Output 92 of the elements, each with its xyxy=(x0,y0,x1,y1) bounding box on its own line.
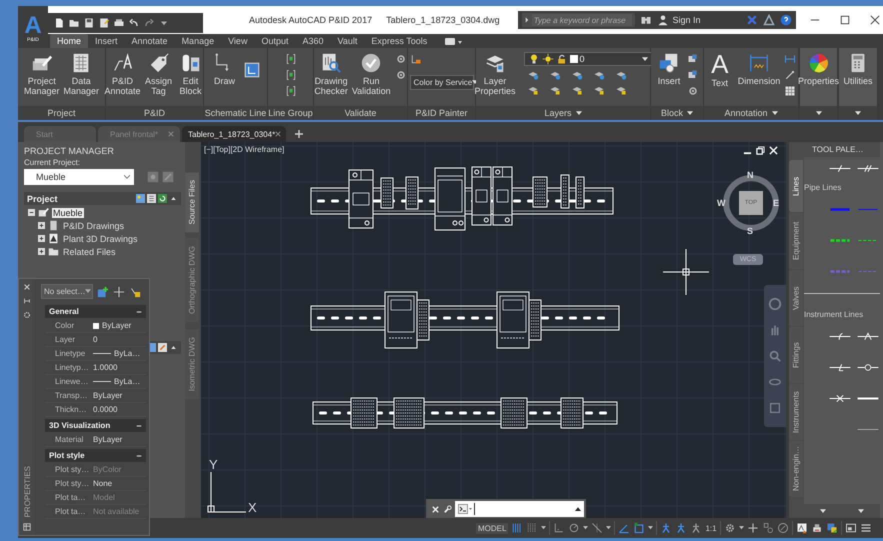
ribbon-tab[interactable]: View xyxy=(221,34,254,48)
compass-direction[interactable]: W xyxy=(717,198,726,208)
property-name: Linetyp… xyxy=(55,363,90,372)
annotation-scale-button[interactable]: 1:1 xyxy=(705,524,717,532)
layer-name: 0 xyxy=(580,54,586,64)
ribbon-tab[interactable]: Manage xyxy=(174,34,222,48)
compass-direction[interactable]: E xyxy=(773,198,780,208)
section-title: 3D Visualization xyxy=(49,421,110,430)
ribbon-button[interactable]: Dimension xyxy=(738,52,780,86)
palette-title: PROPERTIES xyxy=(22,466,32,517)
panel-title: Block xyxy=(660,108,683,118)
ribbon-button[interactable]: Insert xyxy=(655,52,683,86)
x-axis-label: X xyxy=(248,500,257,515)
ribbon-button[interactable]: Assign Tag xyxy=(144,52,173,96)
property-name: Transp… xyxy=(55,391,89,400)
tree-item[interactable]: Related Files xyxy=(62,246,117,256)
property-value[interactable]: ByLayer xyxy=(93,435,122,444)
palette-tab[interactable]: Non-engin… xyxy=(789,441,803,497)
panel-title: Line Group xyxy=(268,108,313,118)
ribbon-tab[interactable]: Annotate xyxy=(124,34,175,48)
section-title: General xyxy=(49,307,79,316)
compass-direction[interactable]: N xyxy=(747,170,754,180)
sign-in-button[interactable]: Sign In xyxy=(657,14,741,26)
model-space-button[interactable]: MODEL xyxy=(476,522,508,534)
property-name: Plot ta… xyxy=(55,507,87,516)
ribbon-button[interactable]: Edit Block xyxy=(176,52,205,96)
panel-title: Annotation xyxy=(724,108,768,118)
property-value[interactable]: 0.0000 xyxy=(93,405,118,414)
property-value[interactable]: None xyxy=(93,479,112,488)
property-name: Linetype xyxy=(55,349,86,358)
property-value[interactable]: ByLayer xyxy=(93,391,122,400)
property-value[interactable]: ByLayer xyxy=(102,321,132,330)
field-label: Current Project: xyxy=(24,158,82,167)
viewport-controls-label[interactable]: [−][Top][2D Wireframe] xyxy=(204,145,284,154)
palette-tab[interactable]: Instruments xyxy=(789,384,803,440)
property-name: Color xyxy=(55,321,76,330)
panel-title: Validate xyxy=(344,108,376,118)
service-dropdown[interactable]: Color by Service xyxy=(410,75,474,90)
palette-tab[interactable]: Equipment xyxy=(789,213,803,269)
project-dropdown[interactable]: Mueble xyxy=(24,169,134,185)
section-heading: Pipe Lines xyxy=(804,183,842,192)
palette-tab[interactable]: Fittings xyxy=(789,327,803,383)
property-value[interactable]: ByLa… xyxy=(114,377,140,386)
panel-title: Project xyxy=(47,108,76,118)
tree-item[interactable]: Plant 3D Drawings xyxy=(62,234,139,244)
y-axis-label: Y xyxy=(209,457,218,472)
property-value[interactable]: ByLa… xyxy=(114,349,140,358)
side-tab[interactable]: Source Files xyxy=(185,172,199,232)
ribbon-tab[interactable]: A360 xyxy=(295,34,331,48)
ribbon-tab[interactable]: Insert xyxy=(88,34,125,48)
panel-title: P&ID Painter xyxy=(415,108,468,118)
ribbon-tab[interactable]: Express Tools xyxy=(364,34,434,48)
ribbon-button[interactable]: P&ID Annotate xyxy=(104,52,141,96)
property-name: Thickn… xyxy=(55,405,88,414)
palette-tab[interactable]: Valves xyxy=(789,270,803,326)
ribbon-button[interactable]: Project Manager xyxy=(24,52,60,96)
panel-title: P&ID xyxy=(144,108,165,118)
property-name: Layer xyxy=(55,335,76,344)
palette-tab[interactable]: Lines xyxy=(789,160,803,212)
property-name: Linewe… xyxy=(55,377,90,386)
property-name: Plot ta… xyxy=(55,493,87,502)
section-title: Plot style xyxy=(49,451,85,460)
ribbon-tab[interactable]: Output xyxy=(254,34,296,48)
ribbon-button[interactable]: Layer Properties xyxy=(474,52,516,96)
section-heading: Instrument Lines xyxy=(804,310,864,319)
file-name: Tablero_1_18723_0304.dwg xyxy=(386,15,500,25)
ribbon-tab[interactable]: Home xyxy=(50,34,88,48)
property-name: Plot sty… xyxy=(55,479,90,488)
panel-title: Schematic Line xyxy=(204,108,266,118)
document-tab[interactable]: Tablero_1_18723_0304* xyxy=(182,126,286,142)
property-value[interactable]: 0 xyxy=(93,335,98,344)
ribbon-button[interactable]: Draw xyxy=(210,52,238,86)
ribbon-button[interactable]: Run Validation xyxy=(352,52,391,96)
layer-dropdown[interactable]: 0 xyxy=(524,52,652,66)
ribbon-tab[interactable]: Vault xyxy=(330,34,364,48)
tree-item[interactable]: Mueble xyxy=(52,208,84,218)
ribbon-button[interactable]: Properties xyxy=(798,52,840,86)
panel-title: PROJECT MANAGER xyxy=(24,146,115,156)
ribbon-button[interactable]: Drawing Checker xyxy=(314,52,348,96)
search-field[interactable]: Type a keyword or phrase xyxy=(522,13,636,27)
app-name: Autodesk AutoCAD P&ID 2017 xyxy=(249,15,372,25)
panel-title: Layers xyxy=(544,108,572,118)
tree-item[interactable]: P&ID Drawings xyxy=(62,220,126,230)
property-name: Plot sty… xyxy=(55,465,90,474)
property-value[interactable]: 1.0000 xyxy=(93,363,118,372)
compass-direction[interactable]: S xyxy=(747,226,754,236)
selection-dropdown[interactable]: No select… xyxy=(41,284,93,299)
ribbon-button[interactable]: Data Manager xyxy=(64,52,100,96)
property-name: Material xyxy=(55,435,84,444)
palette-title: TOOL PALE… xyxy=(804,142,880,157)
ribbon-button[interactable]: A Text xyxy=(706,52,734,88)
section-title: Project xyxy=(27,194,59,204)
